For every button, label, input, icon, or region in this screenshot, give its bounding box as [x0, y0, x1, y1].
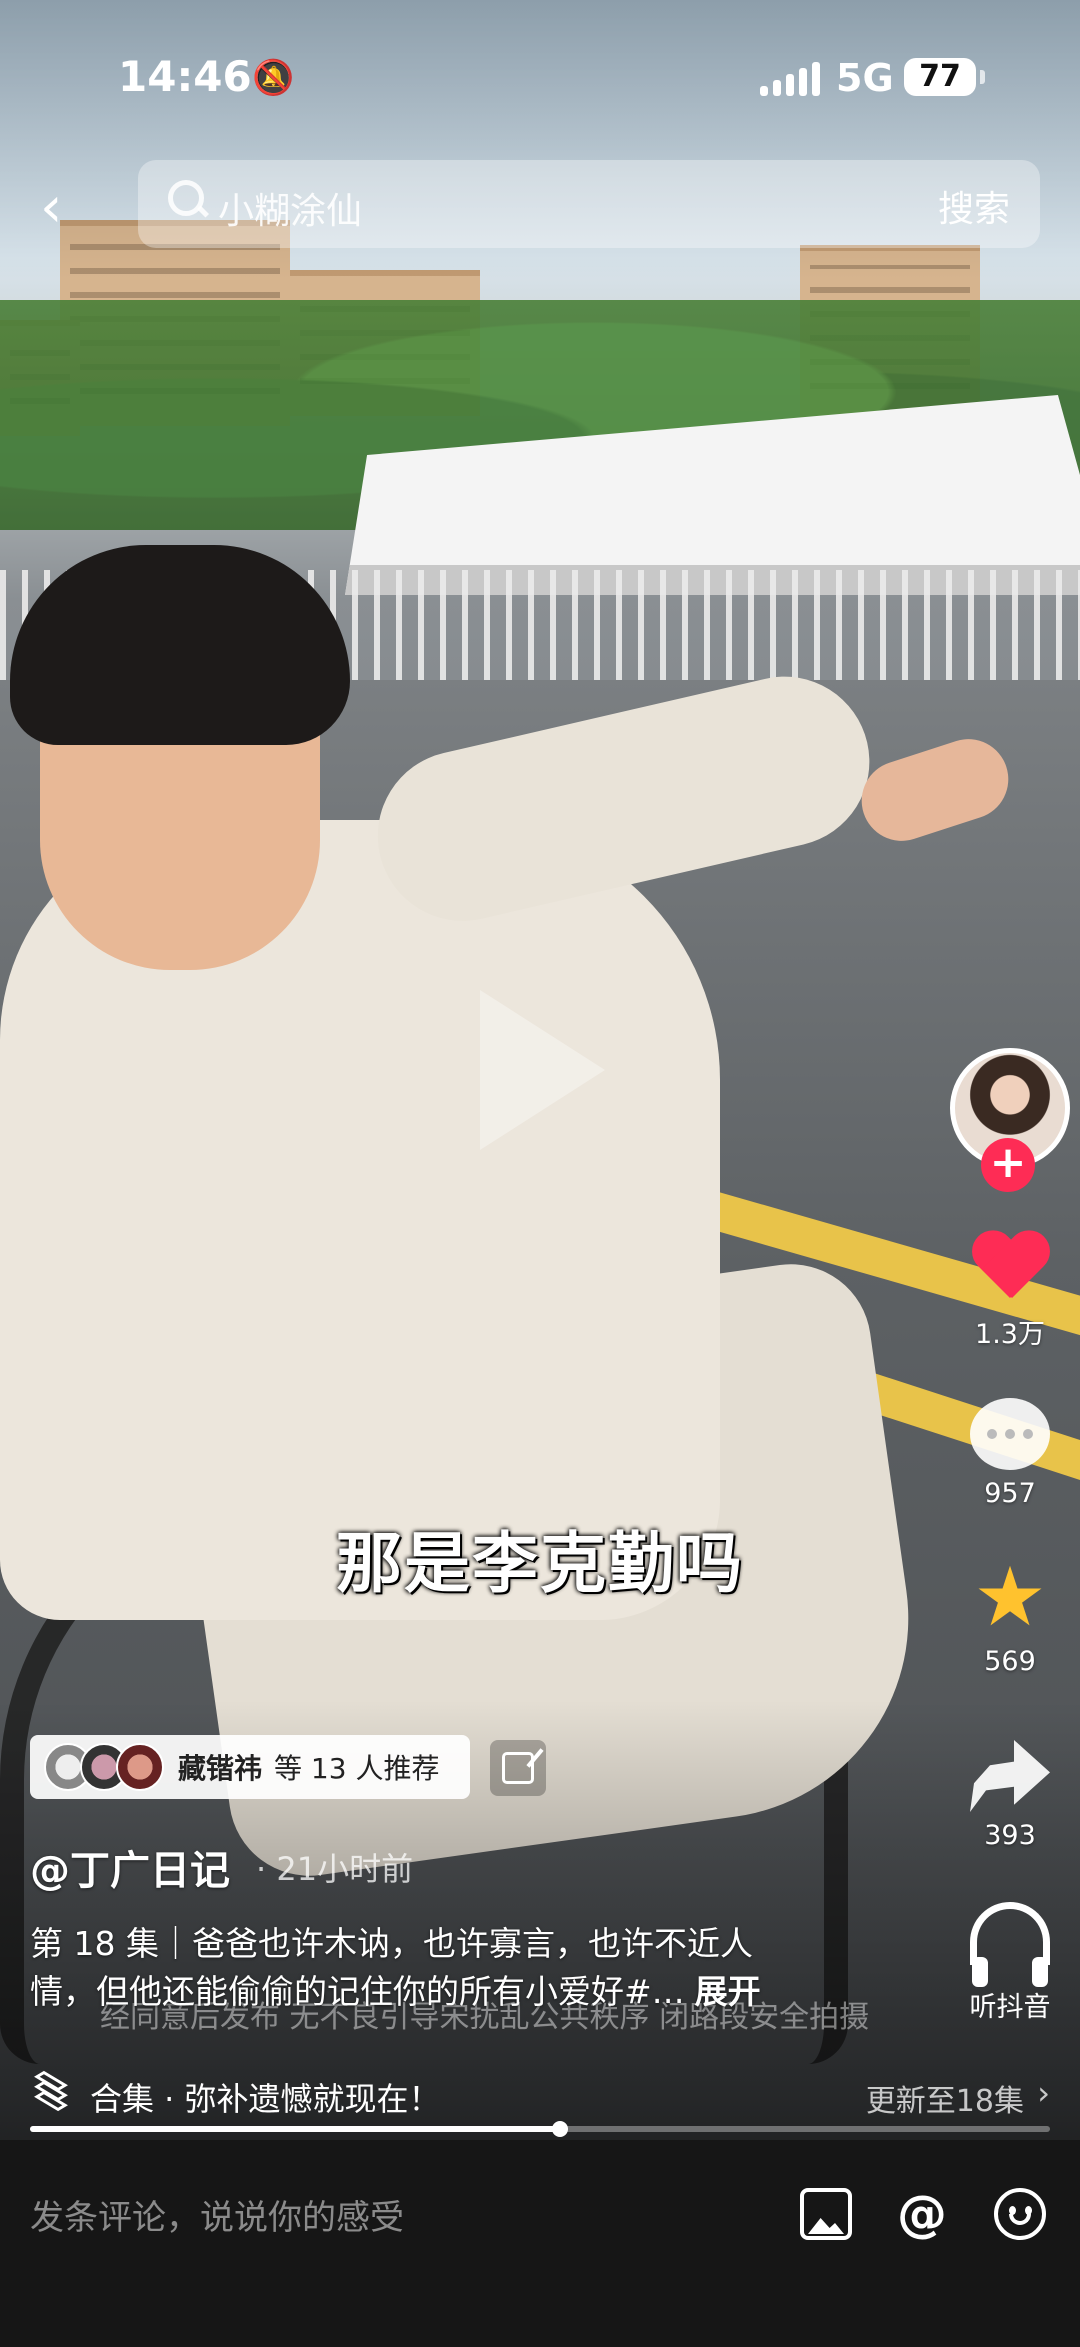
battery-level: 77: [919, 59, 961, 94]
search-input[interactable]: 小糊涂仙: [218, 182, 362, 234]
emoji-icon[interactable]: [994, 2188, 1046, 2240]
edit-icon: [502, 1752, 534, 1784]
author-name[interactable]: @丁广日记: [30, 1838, 230, 1896]
collection-layers-icon: [34, 2070, 70, 2112]
person-hair: [10, 545, 350, 745]
cellular-signal-icon: [760, 62, 820, 96]
favorite-count: 569: [984, 1646, 1036, 1677]
search-button[interactable]: 搜索: [938, 180, 1010, 232]
recommend-count: 等 13 人推荐: [274, 1752, 440, 1785]
video-subtitle: 那是李克勤吗: [336, 1525, 744, 1602]
search-icon: [168, 180, 204, 216]
chevron-right-icon: ›: [1037, 2074, 1050, 2112]
comment-input[interactable]: 发条评论，说说你的感受: [30, 2190, 404, 2239]
battery-icon: 77: [904, 58, 985, 96]
comment-count: 957: [984, 1478, 1036, 1509]
recommend-chip[interactable]: 藏锴祎 等 13 人推荐: [30, 1735, 470, 1799]
mention-at-icon[interactable]: @: [896, 2188, 948, 2240]
collection-bar[interactable]: 合集 · 弥补遗憾就现在！ 更新至18集 ›: [0, 2060, 1080, 2130]
share-arrow-icon: [970, 1740, 1050, 1812]
recommender-name: 藏锴祎: [178, 1752, 263, 1785]
share-count: 393: [984, 1820, 1036, 1851]
collection-update: 更新至18集: [865, 2084, 1024, 2119]
back-chevron-icon[interactable]: ‹: [40, 178, 80, 238]
comment-bubble-icon: [970, 1398, 1050, 1470]
recommender-avatar: [116, 1743, 164, 1791]
share-button[interactable]: 393: [950, 1740, 1070, 1851]
network-type: 5G: [836, 56, 894, 100]
expand-link[interactable]: 展开: [695, 1972, 761, 2011]
listen-label: 听抖音: [969, 1992, 1051, 2023]
status-bar: 14:46 🔕 5G 77: [0, 0, 1080, 150]
listen-button[interactable]: 听抖音: [950, 1902, 1070, 2024]
comment-button[interactable]: 957: [950, 1398, 1070, 1509]
image-icon[interactable]: [800, 2188, 852, 2240]
mute-bell-icon: 🔕: [252, 58, 295, 98]
video-progress-bar[interactable]: [30, 2121, 1050, 2137]
like-button[interactable]: 1.3万: [950, 1232, 1070, 1351]
status-time: 14:46: [118, 52, 252, 101]
search-bar[interactable]: 小糊涂仙 搜索: [138, 160, 1040, 248]
edit-recommend-button[interactable]: [490, 1740, 546, 1796]
like-count: 1.3万: [975, 1319, 1045, 1350]
follow-plus-button[interactable]: +: [981, 1138, 1035, 1192]
progress-fill: [30, 2126, 561, 2132]
play-icon[interactable]: [480, 990, 605, 1150]
post-description[interactable]: 第 18 集｜爸爸也许木讷，也许寡言，也许不近人情，但他还能偷偷的记住你的所有小…: [30, 1920, 810, 2016]
description-text: 第 18 集｜爸爸也许木讷，也许寡言，也许不近人情，但他还能偷偷的记住你的所有小…: [30, 1924, 753, 2011]
collection-title: 合集 · 弥补遗憾就现在！: [90, 2080, 441, 2118]
post-time: · 21小时前: [256, 1850, 414, 1888]
comment-bar: 发条评论，说说你的感受 @: [0, 2140, 1080, 2347]
headphones-icon: [970, 1902, 1050, 1987]
heart-icon: [970, 1232, 1050, 1304]
